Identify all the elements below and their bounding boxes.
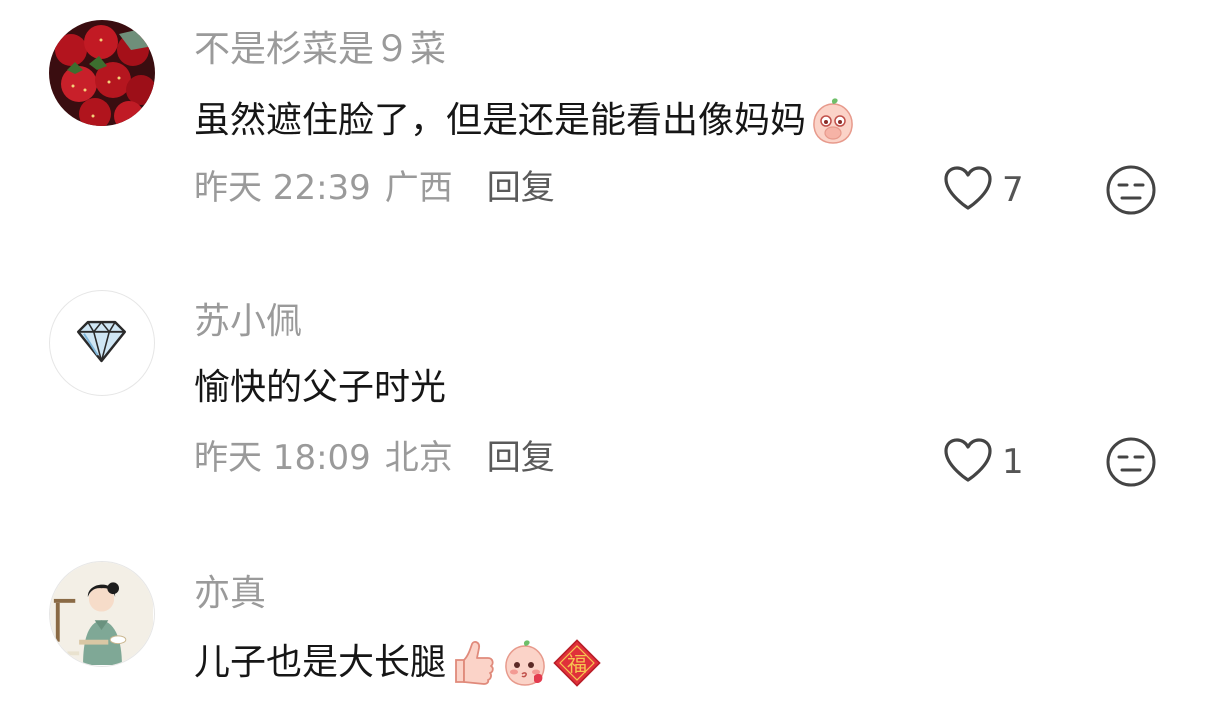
fortune-fu-emoji: 福 <box>552 638 602 688</box>
comment-meta: 昨天 18:09 北京 回复 <box>194 441 555 475</box>
comment-username[interactable]: 亦真 <box>194 576 266 612</box>
comment-text: 虽然遮住脸了，但是还是能看出像妈妈 <box>194 96 858 146</box>
heart-icon <box>942 436 994 488</box>
comment-meta: 昨天 22:39 广西 回复 <box>194 171 555 205</box>
strawberry-avatar-icon[interactable] <box>49 20 155 126</box>
thumbs-up-emoji <box>448 638 498 688</box>
comment-username[interactable]: 苏小佩 <box>194 304 302 340</box>
comment-region: 广西 <box>384 168 453 208</box>
comment-text: 愉快的父子时光 <box>194 370 446 406</box>
like-button[interactable]: 7 <box>942 164 1024 216</box>
comment-text: 儿子也是大长腿 福 <box>194 638 602 688</box>
dislike-button[interactable] <box>1105 436 1157 488</box>
diamond-avatar-icon[interactable] <box>49 290 155 396</box>
unamused-face-icon <box>1106 437 1156 487</box>
comment-text-body: 虽然遮住脸了，但是还是能看出像妈妈 <box>194 100 807 141</box>
dislike-button[interactable] <box>1105 164 1157 216</box>
comment-username[interactable]: 不是杉菜是９菜 <box>194 32 446 68</box>
unamused-face-icon <box>1106 165 1156 215</box>
peach-cover-face-emoji <box>808 96 858 146</box>
comment-text-body: 愉快的父子时光 <box>194 367 447 408</box>
comment-time: 昨天 22:39 <box>194 168 371 208</box>
like-count: 7 <box>1002 170 1024 210</box>
reply-button[interactable]: 回复 <box>487 441 555 475</box>
reply-button[interactable]: 回复 <box>487 171 555 205</box>
heart-icon <box>942 164 994 216</box>
like-button[interactable]: 1 <box>942 436 1024 488</box>
tea-woman-avatar-icon[interactable] <box>49 561 155 667</box>
peach-blush-emoji <box>500 638 550 688</box>
comment-text-body: 儿子也是大长腿 <box>194 642 447 683</box>
next-comment-peek <box>0 700 1206 707</box>
svg-text:福: 福 <box>567 652 587 676</box>
comment-time: 昨天 18:09 <box>194 438 371 478</box>
comment-region: 北京 <box>384 438 453 478</box>
like-count: 1 <box>1002 442 1024 482</box>
